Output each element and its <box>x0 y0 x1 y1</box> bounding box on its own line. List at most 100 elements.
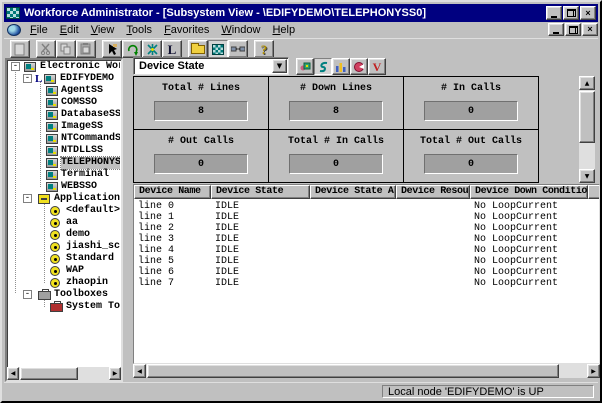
table-row[interactable]: line 7 IDLE No LoopCurrent <box>134 278 599 289</box>
table-row[interactable]: line 4 IDLE No LoopCurrent <box>134 245 599 256</box>
scroll-thumb[interactable] <box>579 91 595 143</box>
scroll-down-button[interactable]: ▼ <box>579 169 595 183</box>
table-row[interactable]: line 3 IDLE No LoopCurrent <box>134 234 599 245</box>
new-button[interactable] <box>10 40 30 58</box>
view-selector-combobox[interactable]: Device State ▼ <box>133 57 289 75</box>
tree-item-subsystem[interactable]: DatabaseSSO <box>8 109 120 121</box>
menu-window[interactable]: Window <box>215 23 266 37</box>
subsystem-tree-panel: - Electronic Workfor - L EDIFYDEMO Agent… <box>5 58 123 382</box>
stats-vertical-scrollbar[interactable]: ▲ ▼ <box>579 76 595 183</box>
table-row[interactable]: line 2 IDLE No LoopCurrent <box>134 223 599 234</box>
tree-item-toolbox[interactable]: System To <box>8 301 120 313</box>
folder-view-button[interactable] <box>188 40 208 58</box>
combobox-dropdown-button[interactable]: ▼ <box>272 59 287 73</box>
subsystem-tool-button[interactable] <box>142 40 162 58</box>
collapse-expander[interactable]: - <box>11 62 20 71</box>
tree-item-application-group[interactable]: - Application <box>8 193 120 205</box>
column-header-device-name[interactable]: Device Name <box>134 185 211 199</box>
copy-button[interactable] <box>56 40 76 58</box>
menu-view[interactable]: View <box>85 23 121 37</box>
scroll-right-button[interactable]: ▶ <box>587 364 600 378</box>
tree-item-application[interactable]: Standard <box>8 253 120 265</box>
cell-down-condition: No LoopCurrent <box>474 267 558 278</box>
tree-item-subsystem[interactable]: Terminal <box>8 169 120 181</box>
tree-item-subsystem[interactable]: NTCommandSS <box>8 133 120 145</box>
edify-logo-icon <box>212 44 224 55</box>
cell-down-condition: No LoopCurrent <box>474 234 558 245</box>
scroll-up-button[interactable]: ▲ <box>579 76 595 90</box>
tree-label: ImageSS <box>61 121 103 133</box>
tree-label: COMSSO <box>61 97 97 109</box>
pointer-tool-button[interactable] <box>102 40 122 58</box>
refresh-icon <box>126 43 139 56</box>
node-status-message: Local node 'EDIFYDEMO' is UP <box>388 386 544 398</box>
close-button[interactable]: × <box>580 6 596 20</box>
tree-item-subsystem[interactable]: AgentSS <box>8 85 120 97</box>
tree-item-toolboxes-group[interactable]: - Toolboxes <box>8 289 120 301</box>
stat-value: 8 <box>289 101 383 121</box>
scroll-right-button[interactable]: ▶ <box>109 367 121 380</box>
table-row[interactable]: line 0 IDLE No LoopCurrent <box>134 201 599 212</box>
cut-button[interactable] <box>36 40 56 58</box>
column-header-device-state[interactable]: Device State <box>211 185 310 199</box>
tree-item-application[interactable]: WAP <box>8 265 120 277</box>
stat-value: 8 <box>154 101 248 121</box>
table-horizontal-scrollbar[interactable]: ◀ ▶ <box>133 364 600 378</box>
column-header-device-down-condition[interactable]: Device Down Condition <box>470 185 588 199</box>
paste-button[interactable] <box>76 40 96 58</box>
tree-item-application[interactable]: aa <box>8 217 120 229</box>
column-header-device-resou[interactable]: Device Resou... <box>396 185 470 199</box>
tree-item-subsystem[interactable]: WEBSSO <box>8 181 120 193</box>
collapse-expander[interactable]: - <box>23 74 32 83</box>
column-header-partial[interactable] <box>588 185 600 199</box>
restore-button[interactable] <box>563 6 579 20</box>
tree-item-application[interactable]: demo <box>8 229 120 241</box>
cell-down-condition: No LoopCurrent <box>474 212 558 223</box>
table-row[interactable]: line 1 IDLE No LoopCurrent <box>134 212 599 223</box>
snapshot-view-button[interactable] <box>296 58 314 75</box>
tree-item-subsystem-selected[interactable]: TELEPHONYSS0 <box>8 157 120 169</box>
tree-item-subsystem[interactable]: ImageSS <box>8 121 120 133</box>
menu-file[interactable]: File <box>24 23 54 37</box>
tree-horizontal-scrollbar[interactable]: ◀ ▶ <box>7 367 121 380</box>
menu-tools[interactable]: Tools <box>120 23 158 37</box>
disconnect-button[interactable] <box>228 40 248 58</box>
table-row[interactable]: line 5 IDLE No LoopCurrent <box>134 256 599 267</box>
tree-item-subsystem[interactable]: COMSSO <box>8 97 120 109</box>
validate-view-button[interactable]: V <box>368 58 386 75</box>
stat-label: # Down Lines <box>269 83 403 94</box>
cell-device-state: IDLE <box>215 201 239 212</box>
minimize-button[interactable] <box>546 6 562 20</box>
child-close-button[interactable]: × <box>582 23 598 36</box>
tree-item-subsystem[interactable]: NTDLLSS <box>8 145 120 157</box>
menu-edit[interactable]: Edit <box>54 23 85 37</box>
line-chart-view-button[interactable] <box>314 58 332 75</box>
tree-item-node[interactable]: - L EDIFYDEMO <box>8 73 120 85</box>
tree-item-application[interactable]: zhaopin <box>8 277 120 289</box>
child-minimize-button[interactable] <box>548 23 564 36</box>
column-header-device-state-a[interactable]: Device State A... <box>310 185 396 199</box>
tree-item-application[interactable]: <default> <box>8 205 120 217</box>
child-window-system-icon[interactable] <box>7 24 21 36</box>
table-row[interactable]: line 6 IDLE No LoopCurrent <box>134 267 599 278</box>
tree-label: WEBSSO <box>61 181 97 193</box>
pie-chart-view-button[interactable] <box>350 58 368 75</box>
window-title: Workforce Administrator - [Subsystem Vie… <box>24 7 545 19</box>
menu-favorites[interactable]: Favorites <box>158 23 215 37</box>
bar-chart-view-button[interactable] <box>332 58 350 75</box>
collapse-expander[interactable]: - <box>23 290 32 299</box>
menu-help[interactable]: Help <box>266 23 301 37</box>
scroll-left-button[interactable]: ◀ <box>7 367 19 380</box>
stat-cell-in-calls: # In Calls 0 <box>404 77 538 129</box>
l-tool-button[interactable]: L <box>162 40 182 58</box>
help-button[interactable]: ? <box>254 40 274 58</box>
refresh-button[interactable] <box>122 40 142 58</box>
scroll-left-button[interactable]: ◀ <box>133 364 146 378</box>
tree-item-root[interactable]: - Electronic Workfor <box>8 61 120 73</box>
child-restore-button[interactable] <box>565 23 581 36</box>
tree-item-application[interactable]: jiashi_sc <box>8 241 120 253</box>
subsystem-view-button[interactable] <box>208 40 228 58</box>
collapse-expander[interactable]: - <box>23 194 32 203</box>
scroll-thumb[interactable] <box>147 364 559 378</box>
scroll-thumb[interactable] <box>20 367 78 380</box>
